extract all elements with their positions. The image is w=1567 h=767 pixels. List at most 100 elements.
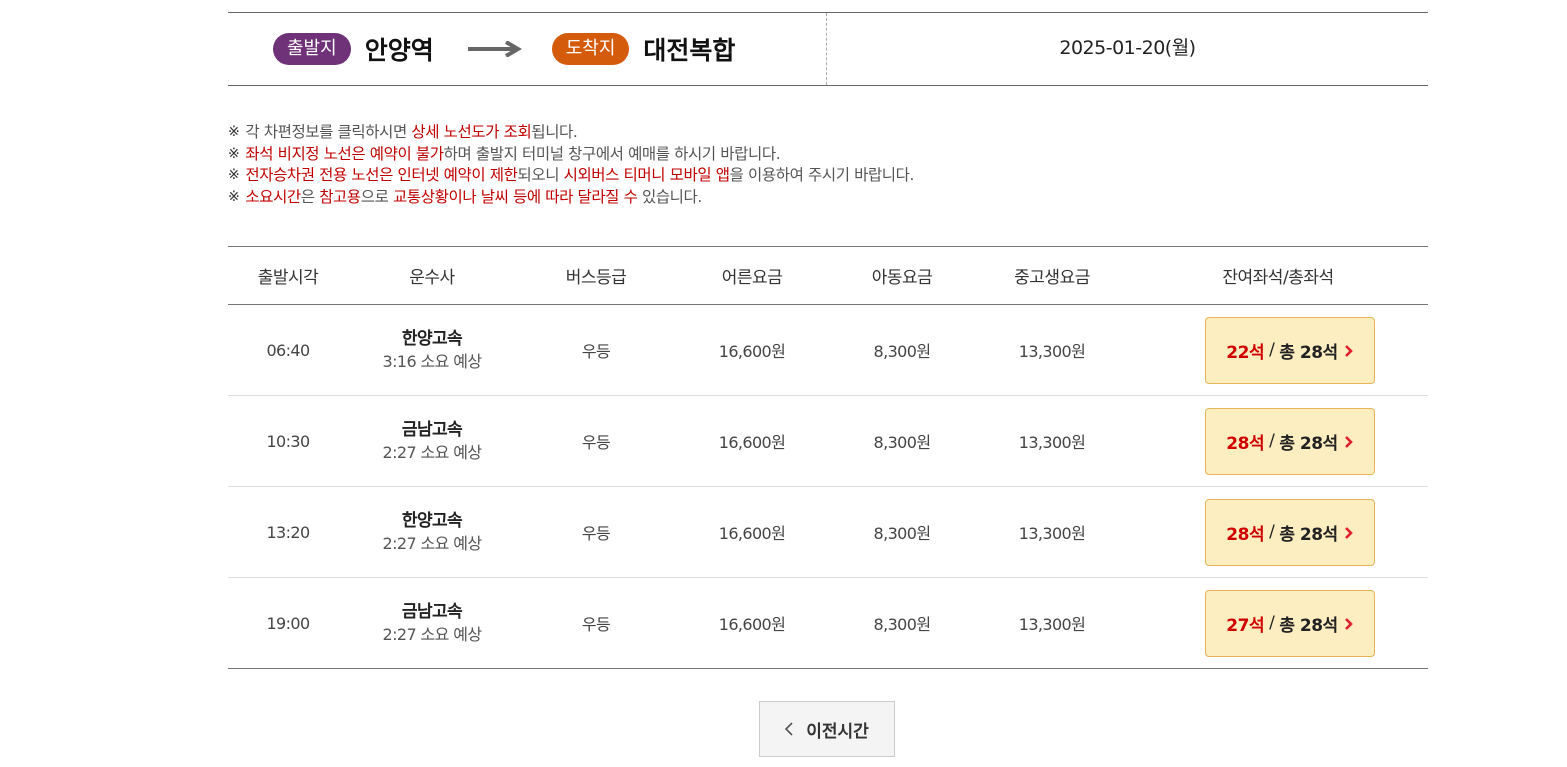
duration: 2:27 소요 예상 — [382, 534, 483, 553]
seats-remaining: 28석 — [1226, 524, 1265, 545]
youth-fare: 13,300원 — [976, 577, 1128, 669]
notice-segment: 으로 — [360, 187, 394, 206]
seat-cell: 27석 / 총 28석 — [1128, 577, 1428, 669]
seat-separator: / — [1269, 340, 1275, 360]
youth-fare: 13,300원 — [976, 486, 1128, 578]
bus-grade: 우등 — [516, 304, 676, 396]
chevron-right-icon — [1344, 343, 1354, 357]
child-fare: 8,300원 — [828, 395, 976, 487]
company-cell: 한양고속 3:16 소요 예상 — [348, 304, 516, 396]
route-places: 출발지 안양역 도착지 대전복합 — [228, 13, 827, 85]
seat-select-button[interactable]: 28석 / 총 28석 — [1205, 407, 1375, 475]
notice-highlight: 참고용 — [319, 187, 361, 206]
header-seats: 잔여좌석/총좌석 — [1128, 246, 1428, 305]
schedule-table: 출발시각 운수사 버스등급 어른요금 아동요금 중고생요금 잔여좌석/총좌석 0… — [228, 246, 1428, 669]
youth-fare: 13,300원 — [976, 395, 1128, 487]
notice-segment: 각 차편정보를 클릭하시면 — [245, 123, 412, 141]
header-bus-grade: 버스등급 — [516, 246, 676, 305]
notice-line: ※ 소요시간은 참고용으로 교통상황이나 날씨 등에 따라 달라질 수 있습니다. — [228, 187, 1428, 209]
bus-grade: 우등 — [516, 486, 676, 578]
notice-segment: 을 이용하여 주시기 바랍니다. — [729, 166, 915, 184]
table-header-row: 출발시각 운수사 버스등급 어른요금 아동요금 중고생요금 잔여좌석/총좌석 — [228, 246, 1428, 305]
notice-highlight: 교통상황이나 날씨 등에 따라 달라질 수 — [393, 187, 638, 206]
company-name: 한양고속 — [401, 511, 463, 531]
notice-highlight: 시외버스 티머니 모바일 앱 — [563, 166, 730, 184]
table-row[interactable]: 06:40 한양고속 3:16 소요 예상 우등 16,600원 8,300원 … — [228, 304, 1428, 396]
seat-separator: / — [1269, 613, 1275, 633]
seat-cell: 22석 / 총 28석 — [1128, 304, 1428, 396]
seat-cell: 28석 / 총 28석 — [1128, 486, 1428, 578]
company-name: 한양고속 — [401, 329, 463, 349]
header-adult-fare: 어른요금 — [676, 246, 828, 305]
notice-mark: ※ — [228, 188, 240, 205]
company-name: 금남고속 — [401, 420, 463, 440]
seats-remaining: 27석 — [1226, 615, 1265, 636]
chevron-right-icon — [1344, 616, 1354, 630]
notice-segment: 있습니다. — [637, 187, 702, 206]
departure-time: 19:00 — [228, 577, 348, 669]
notice-mark: ※ — [228, 124, 240, 140]
pagination: 이전시간 — [228, 701, 1428, 757]
departure-date: 2025-01-20(월) — [1059, 36, 1196, 59]
duration: 2:27 소요 예상 — [382, 625, 483, 644]
bus-grade: 우등 — [516, 395, 676, 487]
notice-text: 각 차편정보를 클릭하시면 상세 노선도가 조회됩니다. — [245, 122, 577, 144]
departure-time: 13:20 — [228, 486, 348, 578]
previous-time-label: 이전시간 — [806, 721, 869, 742]
page-content: 출발지 안양역 도착지 대전복합 2025-01-20(월) ※ 각 차편정보를 … — [228, 12, 1428, 757]
child-fare: 8,300원 — [828, 486, 976, 578]
notice-highlight: 좌석 비지정 노선은 예약이 불가 — [245, 144, 444, 163]
arrow-right-icon — [467, 41, 522, 57]
adult-fare: 16,600원 — [676, 577, 828, 669]
notice-list: ※ 각 차편정보를 클릭하시면 상세 노선도가 조회됩니다. ※ 좌석 비지정 노선은… — [228, 122, 1428, 208]
seats-remaining: 28석 — [1226, 433, 1265, 454]
company-cell: 금남고속 2:27 소요 예상 — [348, 577, 516, 669]
arrival-place: 대전복합 — [643, 36, 736, 65]
table-row[interactable]: 10:30 금남고속 2:27 소요 예상 우등 16,600원 8,300원 … — [228, 395, 1428, 487]
seats-total: 총 28석 — [1279, 615, 1338, 636]
seat-select-button[interactable]: 28석 / 총 28석 — [1205, 498, 1375, 566]
previous-time-button[interactable]: 이전시간 — [758, 701, 895, 757]
adult-fare: 16,600원 — [676, 304, 828, 396]
seat-separator: / — [1269, 522, 1275, 542]
notice-line: ※ 각 차편정보를 클릭하시면 상세 노선도가 조회됩니다. — [228, 122, 1428, 144]
seat-select-button[interactable]: 22석 / 총 28석 — [1205, 316, 1375, 384]
notice-text: 소요시간은 참고용으로 교통상황이나 날씨 등에 따라 달라질 수 있습니다. — [245, 187, 702, 209]
notice-line: ※ 좌석 비지정 노선은 예약이 불가하며 출발지 터미널 창구에서 예매를 하시… — [228, 144, 1428, 166]
table-row[interactable]: 19:00 금남고속 2:27 소요 예상 우등 16,600원 8,300원 … — [228, 577, 1428, 669]
notice-text: 좌석 비지정 노선은 예약이 불가하며 출발지 터미널 창구에서 예매를 하시기… — [245, 144, 780, 166]
table-row[interactable]: 13:20 한양고속 2:27 소요 예상 우등 16,600원 8,300원 … — [228, 486, 1428, 578]
header-departure-time: 출발시각 — [228, 246, 348, 305]
seats-total: 총 28석 — [1279, 342, 1338, 363]
notice-segment: 됩니다. — [531, 123, 578, 141]
departure-time: 06:40 — [228, 304, 348, 396]
notice-segment: 하며 출발지 터미널 창구에서 예매를 하시기 바랍니다. — [443, 144, 781, 163]
notice-segment: 은 — [300, 187, 320, 206]
notice-highlight: 상세 노선도가 조회 — [411, 123, 532, 141]
duration: 3:16 소요 예상 — [382, 352, 483, 371]
notice-mark: ※ — [228, 145, 240, 162]
chevron-right-icon — [1344, 525, 1354, 539]
adult-fare: 16,600원 — [676, 486, 828, 578]
company-cell: 금남고속 2:27 소요 예상 — [348, 395, 516, 487]
company-cell: 한양고속 2:27 소요 예상 — [348, 486, 516, 578]
bus-grade: 우등 — [516, 577, 676, 669]
seat-select-button[interactable]: 27석 / 총 28석 — [1205, 589, 1375, 657]
chevron-left-icon — [784, 721, 794, 737]
departure-place: 안양역 — [364, 36, 434, 65]
duration: 2:27 소요 예상 — [382, 443, 483, 462]
header-company: 운수사 — [348, 246, 516, 305]
route-summary: 출발지 안양역 도착지 대전복합 2025-01-20(월) — [228, 12, 1428, 86]
header-youth-fare: 중고생요금 — [976, 246, 1128, 305]
notice-mark: ※ — [228, 167, 240, 183]
notice-text: 전자승차권 전용 노선은 인터넷 예약이 제한되오니 시외버스 티머니 모바일 … — [245, 165, 914, 187]
chevron-right-icon — [1344, 434, 1354, 448]
seats-remaining: 22석 — [1226, 342, 1265, 363]
company-name: 금남고속 — [401, 602, 463, 622]
seats-total: 총 28석 — [1279, 433, 1338, 454]
child-fare: 8,300원 — [828, 304, 976, 396]
arrival-badge: 도착지 — [551, 33, 630, 65]
seat-separator: / — [1269, 431, 1275, 451]
adult-fare: 16,600원 — [676, 395, 828, 487]
child-fare: 8,300원 — [828, 577, 976, 669]
